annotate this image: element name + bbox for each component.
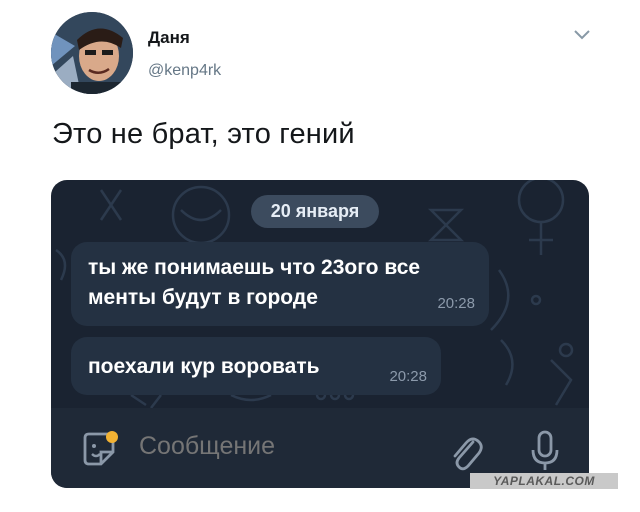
chevron-down-icon[interactable]	[572, 28, 592, 42]
mic-icon[interactable]	[529, 430, 561, 472]
message-time: 20:28	[437, 295, 475, 312]
attach-icon[interactable]	[449, 432, 483, 472]
message-input[interactable]	[139, 432, 439, 461]
message-text: ты же понимаешь что 23ого все менты буду…	[88, 256, 421, 309]
sticker-icon[interactable]	[79, 430, 119, 470]
tweet-text: Это не брат, это гений	[52, 118, 355, 150]
author-name[interactable]: Даня	[148, 28, 190, 48]
message-bubble[interactable]: ты же понимаешь что 23ого все менты буду…	[71, 242, 489, 326]
author-handle[interactable]: @kenp4rk	[148, 62, 221, 80]
avatar[interactable]	[51, 12, 133, 94]
message-bubble[interactable]: поехали кур воровать 20:28	[71, 337, 441, 395]
watermark: YAPLAKAL.COM	[470, 473, 618, 489]
message-time: 20:28	[389, 368, 427, 385]
chat-screenshot: 20 января ты же понимаешь что 23ого все …	[51, 180, 589, 488]
message-text: поехали кур воровать	[88, 355, 320, 378]
date-pill: 20 января	[251, 195, 379, 228]
